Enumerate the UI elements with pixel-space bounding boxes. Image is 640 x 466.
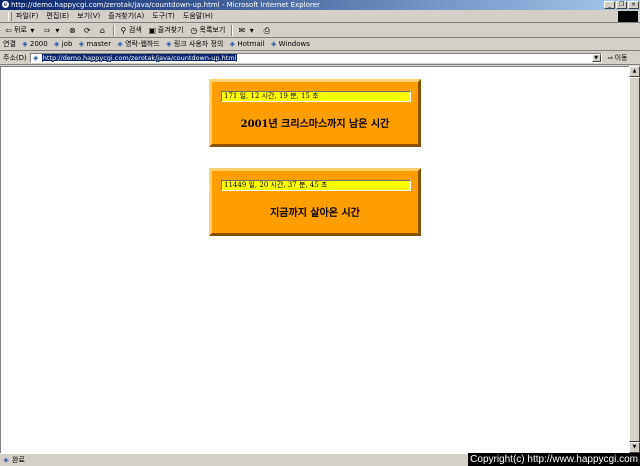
status: ◈ 완료 bbox=[2, 455, 25, 465]
maximize-button[interactable]: ❐ bbox=[616, 1, 627, 9]
page-icon: ◈ bbox=[3, 456, 9, 464]
close-button[interactable]: × bbox=[628, 1, 639, 9]
menu-help[interactable]: 도움말(H) bbox=[183, 10, 213, 23]
link-job[interactable]: ◈ job bbox=[53, 40, 73, 48]
search-button[interactable]: ⚲ 검색 bbox=[119, 25, 142, 35]
address-bar: 주소(D) ◈ http://demo.happycgi.com/zerotak… bbox=[0, 51, 640, 65]
forward-arrow-icon: ⇨ bbox=[44, 25, 51, 35]
stop-icon: ⊗ bbox=[69, 25, 76, 35]
page-icon: ◈ bbox=[270, 40, 277, 48]
back-label: 뒤로 bbox=[14, 26, 27, 34]
link-windows[interactable]: ◈ Windows bbox=[270, 40, 310, 48]
refresh-icon: ⟳ bbox=[84, 25, 91, 35]
history-icon: ◷ bbox=[190, 25, 198, 35]
link-label: 2000 bbox=[29, 40, 48, 48]
favorites-button[interactable]: ▣ 즐겨찾기 bbox=[148, 25, 184, 35]
go-arrow-icon: ⇨ bbox=[607, 53, 614, 62]
link-label: job bbox=[61, 40, 73, 48]
windows-logo-icon bbox=[618, 11, 638, 22]
link-webhard[interactable]: ◈ 영락-웹하드 bbox=[116, 39, 160, 49]
menu-view[interactable]: 보기(V) bbox=[77, 10, 100, 23]
page-icon: ◈ bbox=[78, 40, 85, 48]
back-button[interactable]: ⇦ 뒤로 ▾ bbox=[4, 25, 37, 35]
mail-button[interactable]: ✉ ▾ bbox=[237, 26, 256, 35]
countdown-label: 지금까지 살아온 시간 bbox=[270, 208, 360, 219]
title-bar: e http://demo.happycgi.com/zerotak/java/c… bbox=[0, 0, 640, 10]
print-icon: ⎙ bbox=[263, 25, 271, 35]
vertical-scrollbar[interactable]: ▲ ▼ bbox=[629, 66, 640, 453]
dropdown-icon: ▾ bbox=[249, 25, 254, 35]
link-master[interactable]: ◈ master bbox=[77, 40, 111, 48]
countdown-label: 2001년 크리스마스까지 남은 시간 bbox=[240, 119, 390, 130]
menu-edit[interactable]: 편집(E) bbox=[46, 10, 69, 23]
page-icon: ◈ bbox=[33, 53, 39, 62]
address-url[interactable]: http://demo.happycgi.com/zerotak/java/co… bbox=[41, 53, 238, 62]
menu-grip bbox=[8, 11, 12, 21]
toolbar-separator bbox=[112, 24, 115, 36]
links-bar: 연결 ◈ 2000 ◈ job ◈ master ◈ 영락-웹하드 ◈ 링크 사용자 정의… bbox=[0, 38, 640, 51]
link-label: Windows bbox=[278, 40, 310, 48]
history-label: 목록보기 bbox=[199, 26, 226, 34]
scroll-thumb[interactable] bbox=[629, 77, 640, 442]
print-button[interactable]: ⎙ bbox=[262, 26, 271, 35]
countdown-panel-christmas: 171 일, 12 시간, 19 분, 15 초 2001년 크리스마스까지 남… bbox=[209, 79, 421, 147]
page-icon: ◈ bbox=[166, 40, 172, 48]
search-icon: ⚲ bbox=[120, 25, 127, 35]
page-icon: ◈ bbox=[54, 40, 60, 48]
scroll-up-button[interactable]: ▲ bbox=[629, 66, 640, 77]
menu-file[interactable]: 파일(F) bbox=[16, 10, 38, 23]
scroll-down-button[interactable]: ▼ bbox=[629, 442, 640, 453]
page-content: 171 일, 12 시간, 19 분, 15 초 2001년 크리스마스까지 남… bbox=[0, 66, 629, 453]
go-label: 이동 bbox=[614, 53, 628, 62]
dropdown-icon: ▾ bbox=[55, 25, 60, 35]
refresh-button[interactable]: ⟳ bbox=[83, 26, 92, 35]
menu-tools[interactable]: 도구(T) bbox=[152, 10, 175, 23]
link-label: master bbox=[86, 40, 112, 48]
standard-toolbar: ⇦ 뒤로 ▾ ⇨ ▾ ⊗ ⟳ ⌂ ⚲ 검색 ▣ 즐겨찾기 ◷ 목록보기 ✉ ▾ ⎙ bbox=[0, 23, 640, 38]
home-button[interactable]: ⌂ bbox=[98, 26, 107, 35]
minimize-button[interactable]: _ bbox=[604, 1, 615, 9]
favorites-label: 즐겨찾기 bbox=[157, 26, 184, 34]
menu-bar: 파일(F) 편집(E) 보기(V) 즐겨찾기(A) 도구(T) 도움말(H) bbox=[0, 10, 640, 23]
address-label: 주소(D) bbox=[3, 53, 27, 62]
link-label: 영락-웹하드 bbox=[125, 40, 160, 48]
toolbar-separator bbox=[231, 24, 234, 36]
home-icon: ⌂ bbox=[99, 25, 105, 35]
dropdown-icon: ▾ bbox=[30, 25, 35, 35]
forward-button[interactable]: ⇨ ▾ bbox=[43, 26, 62, 35]
link-2000[interactable]: ◈ 2000 bbox=[21, 40, 48, 48]
favorites-icon: ▣ bbox=[148, 25, 157, 35]
history-button[interactable]: ◷ 목록보기 bbox=[190, 25, 226, 35]
countdown-panel-lived: 11449 일, 20 시간, 37 분, 45 초 지금까지 살아온 시간 bbox=[209, 168, 421, 236]
address-dropdown-button[interactable]: ▼ bbox=[591, 53, 601, 62]
stop-button[interactable]: ⊗ bbox=[68, 26, 77, 35]
link-customize[interactable]: ◈ 링크 사용자 정의 bbox=[165, 39, 224, 49]
page-icon: ◈ bbox=[22, 40, 28, 48]
status-text: 완료 bbox=[12, 456, 25, 464]
search-label: 검색 bbox=[128, 26, 142, 34]
countdown-counter[interactable]: 171 일, 12 시간, 19 분, 15 초 bbox=[221, 91, 411, 102]
go-button[interactable]: ⇨ 이동 bbox=[608, 53, 628, 63]
menu-favorites[interactable]: 즐겨찾기(A) bbox=[108, 10, 144, 23]
copyright-watermark: Copyright(c) http://www.happycgi.com bbox=[468, 453, 640, 466]
page-icon: ◈ bbox=[117, 40, 123, 48]
countdown-counter[interactable]: 11449 일, 20 시간, 37 분, 45 초 bbox=[221, 180, 411, 191]
page-icon: ◈ bbox=[229, 40, 236, 48]
link-label: 링크 사용자 정의 bbox=[173, 40, 224, 48]
mail-icon: ✉ bbox=[238, 25, 246, 35]
link-hotmail[interactable]: ◈ Hotmail bbox=[228, 40, 265, 48]
window-title: http://demo.happycgi.com/zerotak/java/co… bbox=[11, 1, 320, 9]
ie-icon: e bbox=[2, 1, 9, 8]
link-label: Hotmail bbox=[237, 40, 265, 48]
links-label: 연결 bbox=[3, 40, 16, 48]
back-arrow-icon: ⇦ bbox=[5, 25, 12, 35]
address-input[interactable]: ◈ http://demo.happycgi.com/zerotak/java/… bbox=[29, 52, 602, 63]
